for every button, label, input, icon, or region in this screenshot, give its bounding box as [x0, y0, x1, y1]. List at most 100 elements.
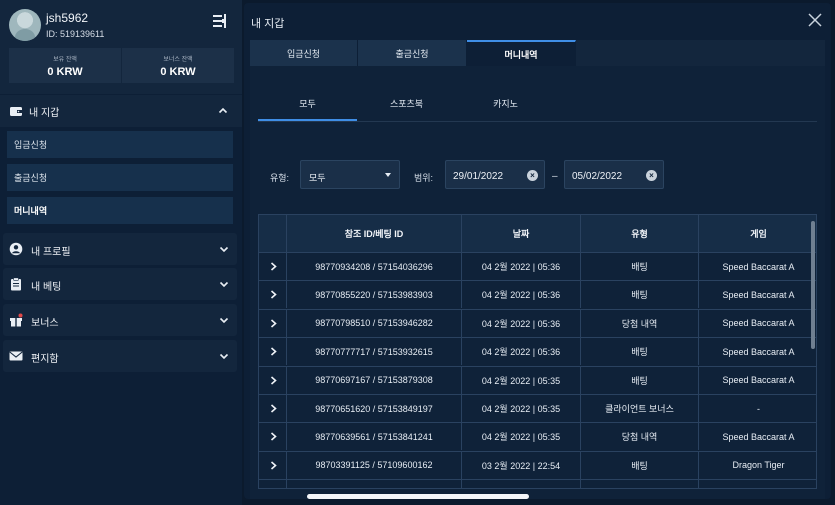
table-row[interactable] [259, 479, 816, 488]
table-cell-ref: 98770777717 / 57153932615 [286, 338, 461, 366]
date-from-field[interactable]: 29/01/2022 × [445, 160, 545, 189]
profile-card: jsh5962 ID: 519139611 보유 잔액 0 KRW 보너스 잔액… [0, 0, 242, 94]
table-cell-game: Speed Baccarat A [698, 366, 816, 394]
page-title: 내 지갑 [251, 18, 285, 30]
chevron-up-icon[interactable] [218, 106, 228, 116]
table-cell-type: 배팅 [580, 253, 698, 280]
tab-money-history[interactable]: 머니내역 [467, 40, 576, 66]
clear-icon[interactable]: × [527, 170, 538, 181]
user-icon [9, 242, 23, 256]
date-from-value: 29/01/2022 [453, 171, 504, 182]
table-row[interactable]: 98770697167 / 57153879308 04 2월 2022 | 05… [259, 365, 816, 394]
table-cell-ref: 98770697167 / 57153879308 [286, 366, 461, 394]
balance-box: 보유 잔액 0 KRW [9, 48, 121, 83]
clear-icon[interactable]: × [646, 170, 657, 181]
table-cell-date: 04 2월 2022 | 05:36 [461, 338, 580, 366]
table-cell-date: 04 2월 2022 | 05:35 [461, 395, 580, 422]
chevron-down-icon[interactable] [219, 279, 229, 289]
subtab-casino[interactable]: 카지노 [456, 97, 555, 110]
table-cell-ref: 98770855220 / 57153983903 [286, 281, 461, 309]
username: jsh5962 [46, 11, 89, 25]
chevron-right-icon[interactable] [269, 375, 278, 385]
table-row[interactable]: 98770798510 / 57153946282 04 2월 2022 | 05… [259, 308, 816, 337]
chevron-right-icon[interactable] [269, 319, 278, 328]
table-cell-game: - [698, 395, 816, 422]
table-cell-game: Speed Baccarat A [698, 253, 816, 280]
table-cell-type: 배팅 [580, 366, 698, 394]
table-cell-game: Speed Baccarat A [698, 423, 816, 451]
tab-withdraw[interactable]: 출금신청 [358, 40, 467, 66]
money-history-table: 참조 ID/베팅 ID 날짜 유형 게임 98770934208 / 57154… [258, 214, 817, 489]
table-cell-type: 배팅 [580, 338, 698, 366]
type-select[interactable]: 모두 [300, 160, 400, 189]
column-header-date[interactable]: 날짜 [461, 215, 580, 252]
table-row[interactable]: 98770777717 / 57153932615 04 2월 2022 | 05… [259, 337, 816, 366]
menu-icon[interactable] [212, 13, 228, 29]
table-row[interactable]: 98770855220 / 57153983903 04 2월 2022 | 05… [259, 280, 816, 309]
table-scrollbar[interactable] [811, 221, 815, 349]
table-cell-ref: 98770934208 / 57154036296 [286, 253, 461, 280]
table-cell-date: 04 2월 2022 | 05:36 [461, 253, 580, 280]
table-cell-type [580, 480, 698, 488]
sidebar-section-bonus[interactable]: 보너스 [3, 304, 237, 336]
type-select-value: 모두 [309, 173, 326, 183]
table-cell-type: 클라이언트 보너스 [580, 395, 698, 422]
sidebar-section-profile[interactable]: 내 프로필 [3, 233, 237, 265]
chevron-right-icon[interactable] [269, 290, 278, 299]
chevron-down-icon[interactable] [219, 315, 229, 325]
sidebar-section-inbox[interactable]: 편지함 [3, 340, 237, 372]
table-row[interactable]: 98703391125 / 57109600162 03 2월 2022 | 22… [259, 450, 816, 479]
subtab-divider [258, 121, 817, 122]
chevron-down-icon[interactable] [219, 351, 229, 361]
date-to-field[interactable]: 05/02/2022 × [564, 160, 664, 189]
type-filter-label: 유형: [270, 173, 290, 183]
sidebar-section-wallet[interactable]: 내 지갑 [0, 95, 242, 127]
envelope-icon [9, 351, 23, 361]
avatar[interactable] [9, 9, 41, 41]
tab-deposit[interactable]: 입금신청 [250, 40, 358, 66]
table-row[interactable]: 98770639561 / 57153841241 04 2월 2022 | 05… [259, 422, 816, 451]
column-header-ref[interactable]: 참조 ID/베팅 ID [286, 215, 461, 252]
chevron-right-icon[interactable] [269, 262, 278, 271]
sidebar-item-withdraw[interactable]: 출금신청 [7, 164, 233, 191]
sidebar: jsh5962 ID: 519139611 보유 잔액 0 KRW 보너스 잔액… [0, 0, 242, 505]
subtab-all[interactable]: 모두 [258, 97, 357, 110]
table-cell-date: 04 2월 2022 | 05:35 [461, 366, 580, 394]
sidebar-section-label: 내 베팅 [31, 282, 62, 293]
sidebar-item-money-history[interactable]: 머니내역 [7, 197, 233, 224]
table-cell-type: 배팅 [580, 281, 698, 309]
sidebar-section-label: 보너스 [31, 318, 59, 329]
balance-label: 보유 잔액 [53, 57, 77, 63]
sidebar-section-bets[interactable]: 내 베팅 [3, 268, 237, 300]
wallet-tabs: 입금신청 출금신청 머니내역 [250, 40, 825, 66]
chevron-right-icon[interactable] [269, 404, 278, 413]
gift-icon [10, 313, 23, 327]
sidebar-section-label: 내 프로필 [31, 247, 71, 258]
subtab-active-indicator [258, 119, 357, 121]
balance-value: 0 KRW [47, 66, 83, 78]
date-separator: – [552, 171, 558, 182]
chevron-right-icon[interactable] [269, 347, 278, 356]
chevron-right-icon[interactable] [269, 461, 278, 470]
table-cell-date: 04 2월 2022 | 05:36 [461, 309, 580, 337]
clipboard-icon [11, 277, 21, 291]
table-row[interactable]: 98770934208 / 57154036296 04 2월 2022 | 05… [259, 252, 816, 280]
table-cell-game: Speed Baccarat A [698, 309, 816, 337]
column-header-type[interactable]: 유형 [580, 215, 698, 252]
table-cell-game: Dragon Tiger [698, 451, 816, 479]
table-row[interactable]: 98770651620 / 57153849197 04 2월 2022 | 05… [259, 394, 816, 422]
sidebar-section-label: 내 지갑 [29, 107, 60, 119]
wallet-icon [10, 107, 22, 116]
bonus-label: 보너스 잔액 [163, 57, 193, 63]
table-cell-ref [286, 480, 461, 488]
user-id: ID: 519139611 [46, 29, 105, 39]
close-icon[interactable] [807, 12, 823, 28]
chevron-down-icon[interactable] [219, 244, 229, 254]
wallet-panel: 내 지갑 입금신청 출금신청 머니내역 모두 스포츠북 카지노 유형: 모두 범… [244, 3, 831, 499]
table-cell-ref: 98770651620 / 57153849197 [286, 395, 461, 422]
chevron-right-icon[interactable] [269, 432, 278, 441]
date-to-value: 05/02/2022 [572, 171, 623, 182]
sidebar-item-deposit[interactable]: 입금신청 [7, 131, 233, 158]
column-header-game[interactable]: 게임 [698, 215, 816, 252]
subtab-sportsbook[interactable]: 스포츠북 [357, 97, 456, 110]
